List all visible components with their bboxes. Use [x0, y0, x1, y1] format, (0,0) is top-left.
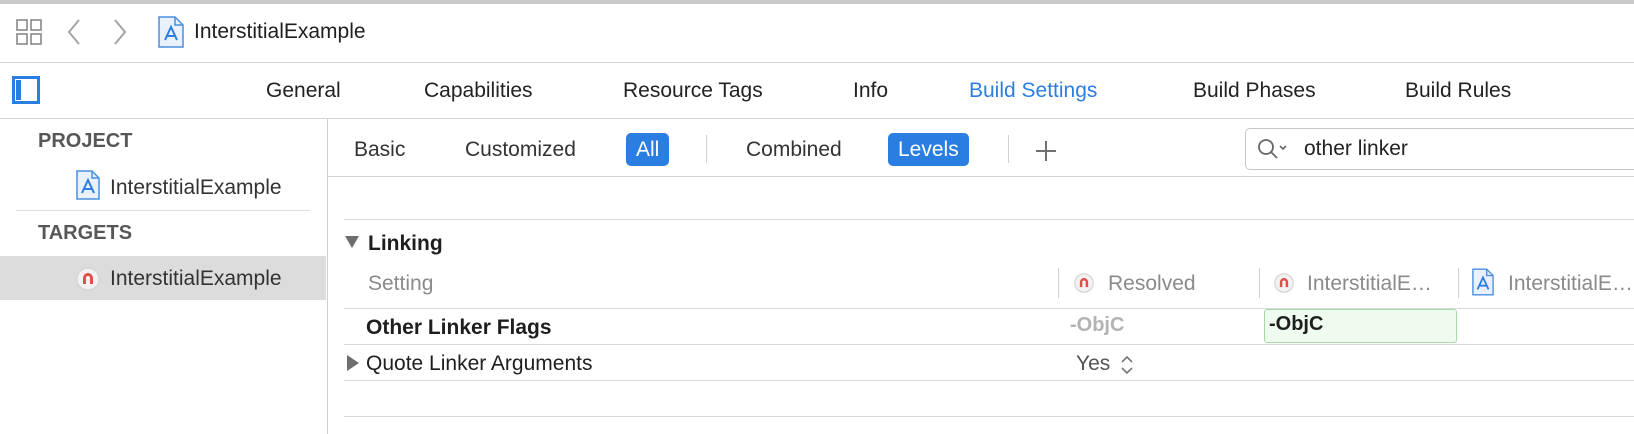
- column-resolved: Resolved: [1108, 272, 1196, 295]
- related-items-icon[interactable]: [16, 19, 42, 45]
- section-title-linking: Linking: [368, 232, 443, 255]
- setting-quote-linker-arguments[interactable]: Quote Linker Arguments: [366, 352, 592, 376]
- search-input[interactable]: other linker: [1304, 137, 1408, 161]
- target-app-icon: [1074, 273, 1094, 293]
- filter-basic[interactable]: Basic: [344, 133, 415, 166]
- project-heading: PROJECT: [38, 130, 133, 152]
- row-divider: [344, 380, 1634, 381]
- target-value-text[interactable]: -ObjC: [1269, 313, 1323, 336]
- stepper-chevron-icon[interactable]: [1120, 354, 1134, 376]
- filter-separator: [706, 135, 707, 163]
- target-app-icon: [1274, 273, 1294, 293]
- tab-info[interactable]: Info: [853, 79, 888, 103]
- filter-all[interactable]: All: [626, 133, 670, 166]
- content-divider: [344, 219, 1634, 220]
- add-setting-icon[interactable]: [1034, 139, 1058, 163]
- tab-build-settings[interactable]: Build Settings: [969, 79, 1097, 103]
- tab-capabilities[interactable]: Capabilities: [424, 79, 533, 103]
- tab-build-rules[interactable]: Build Rules: [1405, 79, 1511, 103]
- disclosure-open-icon[interactable]: [344, 234, 360, 250]
- filter-customized[interactable]: Customized: [455, 133, 586, 166]
- project-file-icon: [158, 16, 184, 48]
- sidebar-item-project[interactable]: InterstitialExample: [110, 176, 282, 200]
- setting-other-linker-flags[interactable]: Other Linker Flags: [366, 316, 552, 340]
- sidebar-toggle-icon[interactable]: [12, 76, 40, 104]
- filter-combined[interactable]: Combined: [736, 133, 852, 166]
- column-target: InterstitialE…: [1307, 272, 1432, 295]
- sidebar-divider: [16, 210, 310, 211]
- filter-separator: [1008, 135, 1009, 163]
- row-divider: [344, 344, 1634, 345]
- search-icon[interactable]: [1257, 138, 1291, 160]
- tab-build-phases[interactable]: Build Phases: [1193, 79, 1316, 103]
- tab-general[interactable]: General: [266, 79, 341, 103]
- column-project: InterstitialE…: [1508, 272, 1633, 295]
- editor-tab-bar: [0, 63, 1634, 119]
- column-setting: Setting: [368, 272, 434, 295]
- breadcrumb-project[interactable]: InterstitialExample: [194, 20, 366, 44]
- column-separator: [1058, 268, 1059, 298]
- project-file-icon: [1472, 268, 1494, 296]
- forward-arrow-icon[interactable]: [112, 18, 128, 46]
- sidebar-item-target[interactable]: InterstitialExample: [110, 267, 282, 291]
- tab-resource-tags[interactable]: Resource Tags: [623, 79, 763, 103]
- targets-heading: TARGETS: [38, 222, 133, 244]
- project-file-icon: [76, 170, 100, 200]
- filter-levels[interactable]: Levels: [888, 133, 969, 166]
- resolved-value-yes[interactable]: Yes: [1076, 352, 1110, 376]
- column-separator: [1458, 268, 1459, 298]
- back-arrow-icon[interactable]: [66, 18, 82, 46]
- column-separator: [1259, 268, 1260, 298]
- resolved-value: -ObjC: [1070, 314, 1125, 336]
- disclosure-closed-icon[interactable]: [346, 354, 360, 372]
- row-divider: [344, 416, 1634, 417]
- target-app-icon: [76, 267, 100, 291]
